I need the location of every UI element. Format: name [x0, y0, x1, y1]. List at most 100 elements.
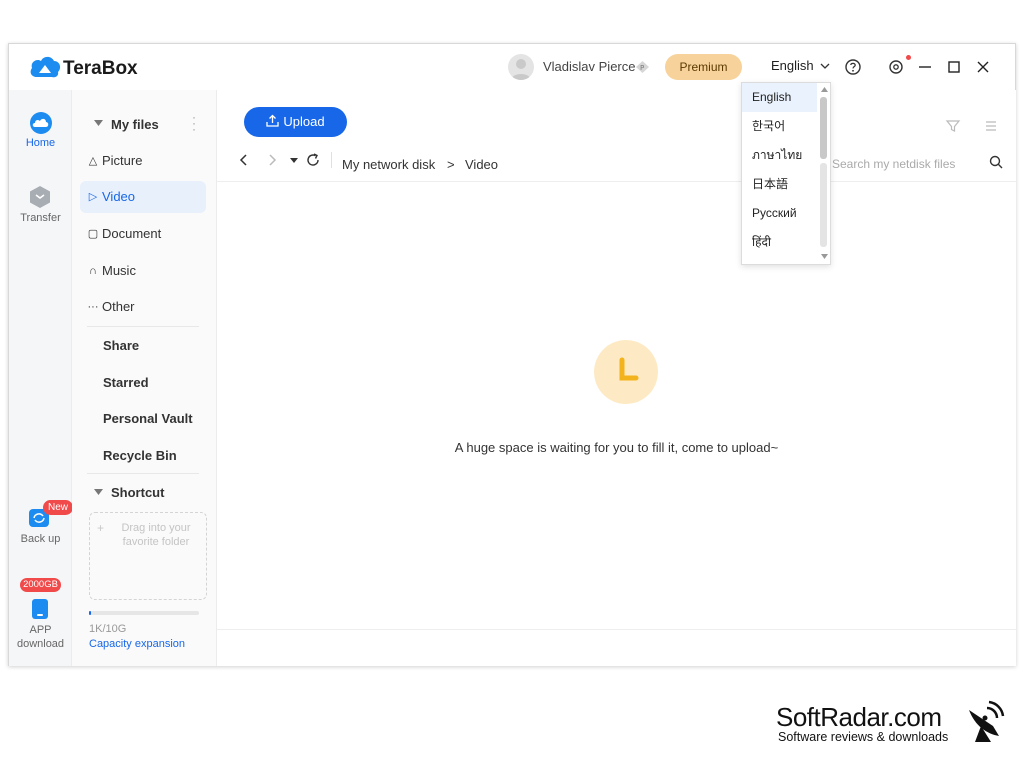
divider	[87, 326, 199, 327]
language-option[interactable]: हिंदी	[742, 228, 817, 257]
upload-button[interactable]: Upload	[244, 107, 347, 137]
title-bar: TeraBox Vladislav Pierce P Premium Engli…	[9, 44, 1015, 90]
upload-label: Upload	[283, 114, 325, 129]
app-title: TeraBox	[63, 58, 138, 79]
shortcut-label: Shortcut	[111, 485, 165, 500]
play-icon: ▷	[88, 191, 98, 203]
diamond-badge-icon: P	[636, 61, 649, 73]
main-panel: Upload My network disk > Video Search my…	[217, 90, 1016, 666]
storage-badge: 2000GB	[20, 578, 61, 592]
language-option[interactable]: 日本語	[742, 170, 817, 199]
forward-icon[interactable]	[265, 152, 279, 168]
language-option[interactable]: English	[742, 83, 817, 112]
drag-hint: Drag into your favorite folder	[121, 522, 191, 548]
close-icon[interactable]	[973, 57, 993, 77]
list-view-icon[interactable]	[983, 118, 999, 134]
rail-app-label: APP	[29, 624, 52, 636]
sidebar-item-recycle-bin[interactable]: Recycle Bin	[103, 448, 177, 463]
satellite-dish-icon	[969, 700, 1005, 742]
filter-icon[interactable]	[945, 118, 961, 134]
rail-transfer[interactable]: Transfer	[9, 182, 72, 228]
svg-text:P: P	[640, 64, 644, 72]
document-icon: ▢	[87, 228, 99, 240]
sidebar-item-label: Picture	[102, 153, 143, 168]
shortcut-drop-zone[interactable]: + Drag into your favorite folder	[89, 512, 207, 600]
ellipsis-icon: ···	[87, 301, 99, 313]
refresh-icon[interactable]	[305, 152, 321, 168]
sidebar-item-label: Document	[102, 226, 162, 241]
language-option[interactable]: 한국어	[742, 112, 817, 141]
language-option[interactable]: Русский	[742, 199, 817, 228]
storage-progress	[89, 611, 199, 615]
divider	[217, 629, 1016, 630]
rail-home[interactable]: Home	[9, 108, 72, 154]
picture-icon: △	[88, 155, 98, 167]
breadcrumb-root[interactable]: My network disk	[342, 157, 435, 172]
divider	[87, 473, 199, 474]
scroll-down-icon[interactable]	[821, 254, 828, 259]
maximize-icon[interactable]	[944, 57, 964, 77]
storage-progress-fill	[89, 611, 92, 615]
new-badge: New	[43, 500, 74, 515]
transfer-icon	[30, 186, 50, 208]
rail-transfer-label: Transfer	[20, 212, 61, 224]
language-dropdown: English 한국어 ภาษาไทย 日本語 Русский हिंदी	[741, 82, 831, 265]
language-selector[interactable]: English	[771, 58, 830, 73]
sidebar-item-label: Other	[102, 299, 135, 314]
divider	[217, 181, 1016, 182]
scrollbar-track	[820, 163, 827, 247]
sidebar-item-share[interactable]: Share	[103, 338, 139, 353]
sidebar-item-starred[interactable]: Starred	[103, 375, 149, 390]
dropdown-scrollbar[interactable]	[818, 83, 830, 264]
upload-icon	[266, 114, 280, 127]
sidebar-item-other[interactable]: ··· Other	[80, 291, 206, 323]
rail-download-label: download	[16, 638, 65, 650]
sidebar-item-music[interactable]: ∩ Music	[80, 255, 206, 287]
terabox-logo-icon	[30, 56, 61, 78]
help-icon[interactable]	[843, 57, 863, 77]
scrollbar-thumb[interactable]	[820, 97, 827, 159]
more-icon[interactable]: · · ·	[190, 111, 198, 135]
empty-message: A huge space is waiting for you to fill …	[454, 440, 779, 455]
headphones-icon: ∩	[89, 265, 97, 277]
divider	[331, 152, 332, 168]
empty-state-icon	[594, 340, 658, 404]
watermark-subtitle: Software reviews & downloads	[778, 730, 949, 744]
breadcrumb-separator: >	[447, 157, 455, 172]
my-files-header[interactable]: My files · · ·	[80, 110, 206, 136]
shortcut-header[interactable]: Shortcut	[80, 480, 206, 506]
rail-backup[interactable]: New Back up	[9, 500, 74, 546]
my-files-label: My files	[111, 117, 159, 132]
caret-down-icon	[94, 120, 103, 126]
premium-button[interactable]: Premium	[665, 54, 742, 80]
left-rail: Home Transfer New Back up 2000GB APP dow…	[9, 90, 74, 666]
sidebar-item-document[interactable]: ▢ Document	[80, 218, 206, 250]
sidebar-item-picture[interactable]: △ Picture	[80, 145, 206, 177]
rail-home-label: Home	[25, 137, 56, 149]
back-icon[interactable]	[237, 152, 251, 168]
rail-app-download[interactable]: 2000GB APP download	[9, 576, 72, 652]
search-input[interactable]: Search my netdisk files	[832, 157, 955, 171]
minimize-icon[interactable]	[915, 57, 935, 77]
search-icon[interactable]	[989, 155, 1003, 169]
breadcrumb-current: Video	[465, 157, 499, 172]
sidebar-item-label: Music	[102, 263, 136, 278]
user-name[interactable]: Vladislav Pierce	[543, 59, 636, 74]
phone-icon	[32, 599, 48, 619]
capacity-expansion-link[interactable]: Capacity expansion	[89, 638, 185, 650]
sidebar-item-personal-vault[interactable]: Personal Vault	[103, 411, 193, 426]
history-caret-icon[interactable]	[290, 156, 298, 164]
scroll-up-icon[interactable]	[821, 87, 828, 92]
chevron-down-icon	[820, 63, 830, 69]
watermark-title: SoftRadar.com	[776, 702, 942, 732]
sidebar: My files · · · △ Picture ▷ Video ▢ Document ∩…	[72, 90, 217, 666]
settings-icon[interactable]	[886, 57, 906, 77]
language-option[interactable]: ภาษาไทย	[742, 141, 817, 170]
cloud-home-icon	[30, 112, 52, 134]
language-label: English	[771, 58, 814, 73]
avatar[interactable]	[508, 54, 534, 80]
sidebar-item-video[interactable]: ▷ Video	[80, 181, 206, 213]
plus-icon: +	[97, 521, 105, 535]
notification-dot	[906, 55, 911, 60]
app-window: TeraBox Vladislav Pierce P Premium Engli…	[8, 43, 1016, 666]
